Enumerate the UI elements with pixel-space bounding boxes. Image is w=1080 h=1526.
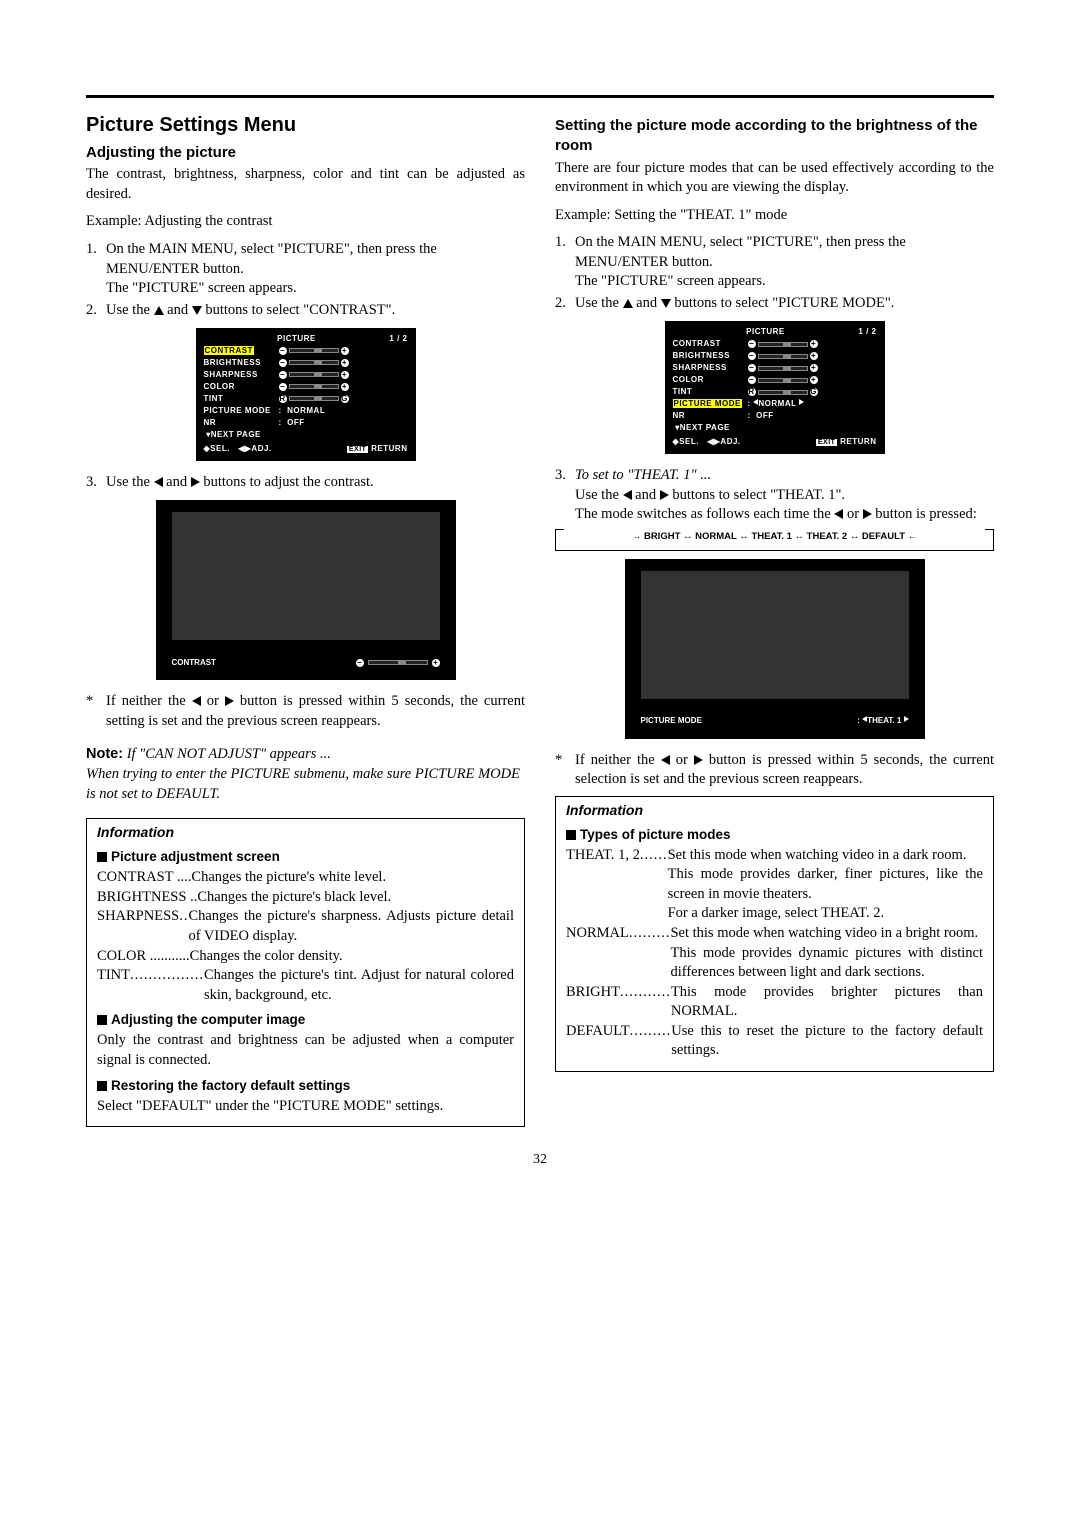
main-heading: Picture Settings Menu: [86, 112, 525, 139]
dl-color: COLOR ...........Changes the color densi…: [97, 947, 514, 967]
dl-bright: BRIGHT ...........This mode provides bri…: [566, 983, 983, 1022]
intro-text: The contrast, brightness, sharpness, col…: [86, 165, 525, 204]
osd-picture-1: PICTURE1 / 2 CONTRAST−+ BRIGHTNESS−+ SHA…: [196, 328, 416, 461]
down-icon: [192, 306, 202, 315]
step-3: 3. Use the and buttons to adjust the con…: [86, 473, 525, 493]
dl-tint: TINT ................Changes the picture…: [97, 966, 514, 1005]
step-r2: 2. Use the and buttons to select "PICTUR…: [555, 294, 994, 314]
up-icon: [623, 299, 633, 308]
dl-default: DEFAULT .........Use this to reset the p…: [566, 1022, 983, 1061]
osd-picture-2: PICTURE1 / 2 CONTRAST−+ BRIGHTNESS−+ SHA…: [665, 321, 885, 454]
right-icon: [694, 755, 703, 765]
left-icon: [834, 509, 843, 519]
dl-sharpness: SHARPNESS ..Changes the picture's sharpn…: [97, 907, 514, 946]
right-column: Setting the picture mode according to th…: [555, 112, 994, 1127]
up-icon: [154, 306, 164, 315]
square-icon: [566, 830, 576, 840]
mode-cycle: → BRIGHT ↔ NORMAL ↔ THEAT. 1 ↔ THEAT. 2 …: [555, 529, 994, 551]
dl-contrast: CONTRAST ....Changes the picture's white…: [97, 868, 514, 888]
right-icon: [660, 490, 669, 500]
left-icon: [154, 477, 163, 487]
dl-normal: NORMAL .........Set this mode when watch…: [566, 924, 983, 983]
page-content: Picture Settings Menu Adjusting the pict…: [86, 112, 994, 1127]
asterisk-note: * If neither the or button is pressed wi…: [86, 692, 525, 731]
sub-heading-adjust: Adjusting the picture: [86, 143, 525, 163]
left-column: Picture Settings Menu Adjusting the pict…: [86, 112, 525, 1127]
step-2: 2. Use the and buttons to select "CONTRA…: [86, 301, 525, 321]
square-icon: [97, 852, 107, 862]
right-icon: [225, 696, 234, 706]
square-icon: [97, 1081, 107, 1091]
dl-brightness: BRIGHTNESS ..Changes the picture's black…: [97, 888, 514, 908]
right-icon: [863, 509, 872, 519]
down-icon: [661, 299, 671, 308]
left-icon: [661, 755, 670, 765]
example-line-r: Example: Setting the "THEAT. 1" mode: [555, 206, 994, 226]
note-block: Note: If "CAN NOT ADJUST" appears ... Wh…: [86, 745, 525, 804]
square-icon: [97, 1015, 107, 1025]
top-rule: [86, 95, 994, 98]
intro-text-r: There are four picture modes that can be…: [555, 159, 994, 198]
step-r3: 3. To set to "THEAT. 1" ... Use the and …: [555, 466, 994, 525]
step-1: 1. On the MAIN MENU, select "PICTURE", t…: [86, 240, 525, 299]
left-icon: [192, 696, 201, 706]
left-icon: [623, 490, 632, 500]
info-box-left: Information Picture adjustment screen CO…: [86, 818, 525, 1127]
page-number: 32: [86, 1151, 994, 1170]
sub-heading-mode: Setting the picture mode according to th…: [555, 116, 994, 157]
info-box-right: Information Types of picture modes THEAT…: [555, 796, 994, 1072]
example-line: Example: Adjusting the contrast: [86, 212, 525, 232]
step-r1: 1. On the MAIN MENU, select "PICTURE", t…: [555, 233, 994, 292]
dl-theat: THEAT. 1, 2 ......Set this mode when wat…: [566, 846, 983, 924]
asterisk-note-r: * If neither the or button is pressed wi…: [555, 751, 994, 790]
right-icon: [191, 477, 200, 487]
preview-contrast: CONTRAST−+: [156, 500, 456, 680]
preview-mode: PICTURE MODE: THEAT. 1: [625, 559, 925, 739]
